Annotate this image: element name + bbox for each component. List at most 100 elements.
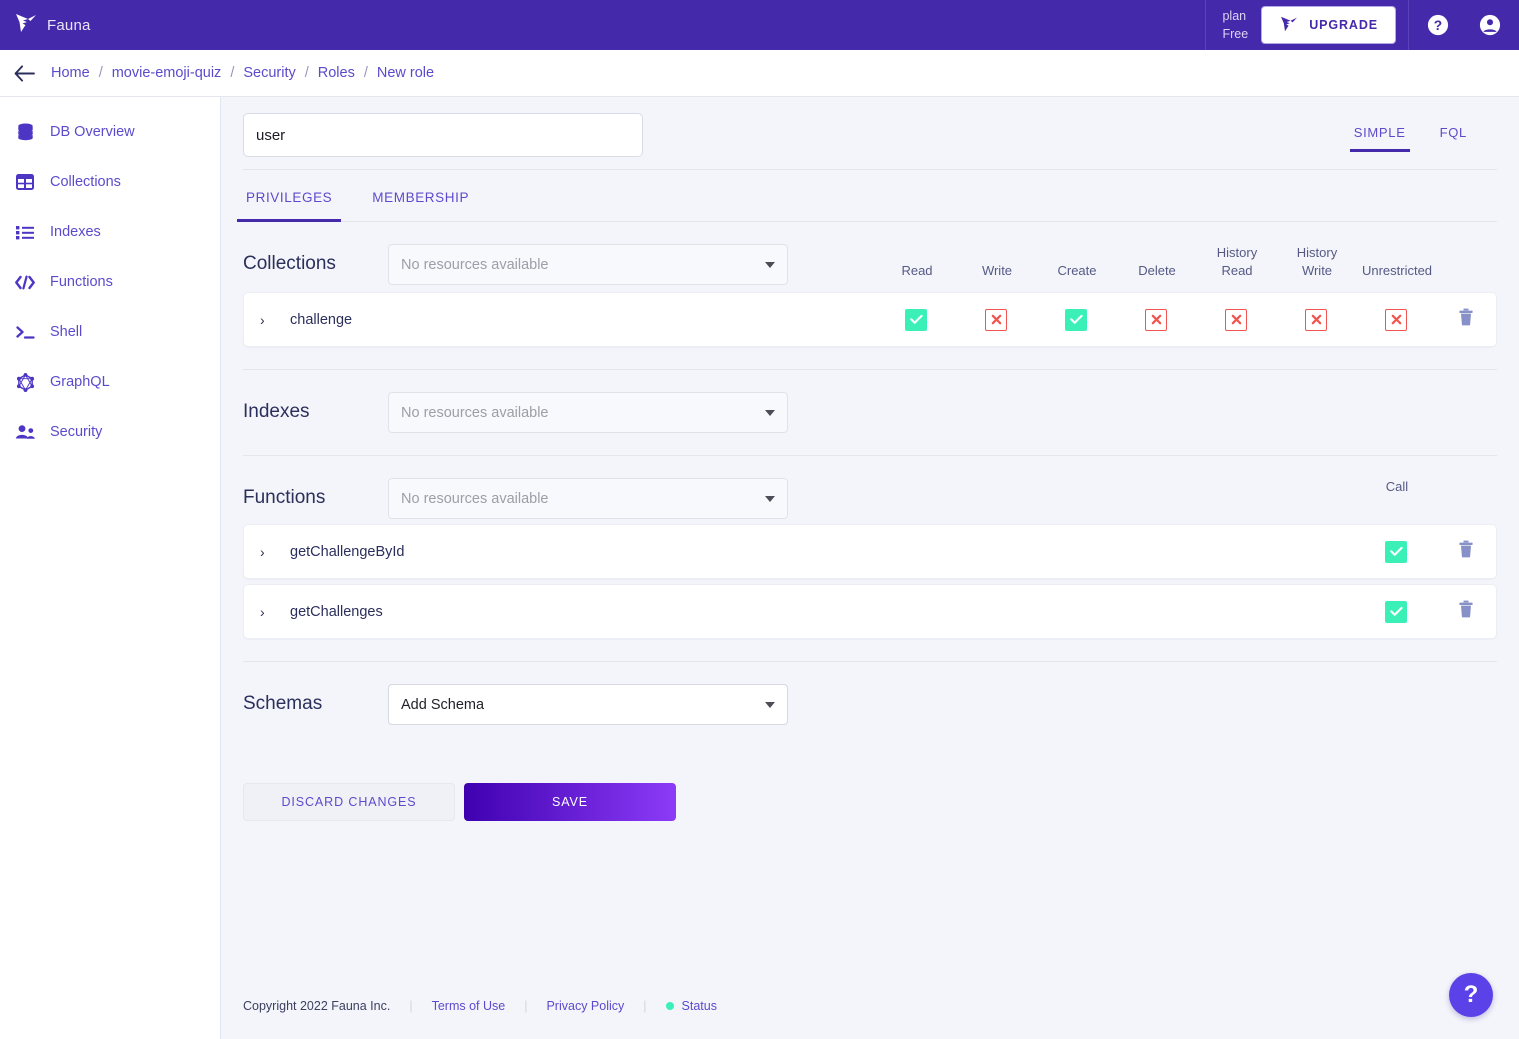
sidebar-item-functions[interactable]: Functions — [0, 257, 220, 307]
column-header-history-read: History Read — [1197, 244, 1277, 279]
list-icon — [15, 225, 35, 240]
function-row-permissions — [1356, 600, 1496, 623]
account-circle-icon[interactable] — [1479, 14, 1501, 36]
schemas-header: Schemas Add Schema — [243, 684, 1497, 726]
checkbox-history-write[interactable] — [1305, 308, 1327, 331]
permission-cell-unrestricted — [1356, 308, 1436, 331]
discard-changes-button[interactable]: DISCARD CHANGES — [243, 783, 455, 822]
checkbox-call[interactable] — [1385, 540, 1407, 563]
delete-row-button[interactable] — [1436, 540, 1496, 563]
trash-icon — [1458, 540, 1474, 563]
copyright-text: Copyright 2022 Fauna Inc. — [243, 999, 391, 1013]
upgrade-button-label: UPGRADE — [1309, 18, 1378, 32]
top-bar: Fauna plan Free UPGRADE ? — [0, 0, 1519, 50]
chevron-right-icon[interactable]: › — [260, 312, 290, 328]
status-group[interactable]: Status — [648, 999, 717, 1013]
table-row[interactable]: › challenge — [243, 292, 1497, 348]
function-row-name: getChallengeById — [290, 543, 405, 560]
chevron-right-icon[interactable]: › — [260, 604, 290, 620]
chevron-right-icon[interactable]: › — [260, 544, 290, 560]
table-row[interactable]: › getChallenges — [243, 584, 1497, 640]
breadcrumb-separator: / — [230, 65, 235, 81]
permission-cell-call — [1356, 540, 1436, 563]
checkbox-call[interactable] — [1385, 600, 1407, 623]
column-header-delete: Delete — [1138, 262, 1176, 278]
collections-column-headers: Read Write Create Delete History Read Hi… — [877, 244, 1497, 287]
help-question-icon: ? — [1463, 981, 1479, 1008]
permission-cell-history-read — [1196, 308, 1276, 331]
checkbox-create[interactable] — [1065, 308, 1087, 331]
add-schema-select[interactable]: Add Schema — [388, 684, 788, 726]
chevron-down-icon — [765, 261, 775, 268]
indexes-header: Indexes No resources available — [243, 392, 1497, 434]
breadcrumb-item-new-role[interactable]: New role — [377, 65, 434, 81]
column-header-line1: History — [1296, 245, 1338, 260]
sidebar-item-label: DB Overview — [50, 124, 135, 140]
sidebar-item-security[interactable]: Security — [0, 407, 220, 457]
permission-cell-create — [1036, 308, 1116, 331]
permission-cell-delete — [1116, 308, 1196, 331]
question-circle-icon[interactable]: ? — [1427, 14, 1449, 36]
tab-simple[interactable]: SIMPLE — [1349, 125, 1410, 152]
permission-cell-read — [876, 308, 956, 331]
users-shield-icon — [15, 424, 35, 440]
collections-title: Collections — [243, 253, 336, 274]
brand-logo-group[interactable]: Fauna — [0, 0, 91, 50]
column-header-line2: Write — [1301, 262, 1333, 278]
schemas-section: Schemas Add Schema — [243, 662, 1497, 726]
arrow-left-icon[interactable] — [14, 64, 35, 82]
delete-row-button[interactable] — [1436, 600, 1496, 623]
checkbox-unrestricted[interactable] — [1385, 308, 1407, 331]
checkbox-delete[interactable] — [1145, 308, 1167, 331]
upgrade-button[interactable]: UPGRADE — [1261, 6, 1396, 44]
checkbox-read[interactable] — [905, 308, 927, 331]
help-fab-button[interactable]: ? — [1449, 973, 1493, 1017]
functions-select-value: No resources available — [401, 490, 549, 507]
tab-fql[interactable]: FQL — [1440, 125, 1467, 152]
breadcrumb-separator: / — [304, 65, 309, 81]
permission-cell-history-write — [1276, 308, 1356, 331]
breadcrumb-item-database[interactable]: movie-emoji-quiz — [112, 65, 222, 81]
column-header-call: Call — [1385, 479, 1409, 495]
column-header-create: Create — [1057, 262, 1097, 278]
breadcrumb-item-roles[interactable]: Roles — [318, 65, 355, 81]
fauna-bird-icon — [1279, 16, 1299, 35]
breadcrumb-separator: / — [363, 65, 368, 81]
sidebar-item-graphql[interactable]: GraphQL — [0, 357, 220, 407]
column-header-line2: Read — [1221, 262, 1253, 278]
privacy-policy-link[interactable]: Privacy Policy — [528, 999, 642, 1013]
footer-divider: | — [643, 999, 647, 1013]
role-name-input[interactable] — [243, 113, 643, 157]
sidebar-item-collections[interactable]: Collections — [0, 157, 220, 207]
breadcrumb-item-security[interactable]: Security — [243, 65, 295, 81]
functions-column-headers: Call — [1357, 478, 1497, 504]
sub-tab-group: PRIVILEGES MEMBERSHIP — [236, 170, 1497, 222]
status-link[interactable]: Status — [682, 999, 717, 1013]
tab-privileges[interactable]: PRIVILEGES — [236, 170, 342, 222]
collections-resource-select[interactable]: No resources available — [388, 244, 788, 285]
sidebar-item-db-overview[interactable]: DB Overview — [0, 107, 220, 157]
schemas-select-value: Add Schema — [401, 696, 485, 713]
indexes-resource-select[interactable]: No resources available — [388, 392, 788, 434]
footer-divider: | — [524, 999, 528, 1013]
breadcrumb-item-home[interactable]: Home — [51, 65, 90, 81]
functions-section: Functions No resources available Call › … — [243, 456, 1497, 663]
save-button[interactable]: SAVE — [464, 783, 676, 822]
top-bar-icons: ? — [1408, 0, 1519, 50]
column-header-line1: History — [1216, 245, 1258, 260]
terms-of-use-link[interactable]: Terms of Use — [414, 999, 524, 1013]
checkbox-history-read[interactable] — [1225, 308, 1247, 331]
mode-tab-group: SIMPLE FQL — [1349, 113, 1497, 152]
delete-row-button[interactable] — [1436, 308, 1496, 331]
tab-membership[interactable]: MEMBERSHIP — [369, 170, 472, 221]
app-shell: DB Overview Collections Indexes Function… — [0, 97, 1519, 1039]
functions-header: Functions No resources available Call — [243, 478, 1497, 520]
checkbox-write[interactable] — [985, 308, 1007, 331]
footer: Copyright 2022 Fauna Inc. | Terms of Use… — [243, 999, 717, 1013]
functions-resource-select[interactable]: No resources available — [388, 478, 788, 520]
sidebar-item-indexes[interactable]: Indexes — [0, 207, 220, 257]
trash-icon — [1458, 600, 1474, 623]
table-row[interactable]: › getChallengeById — [243, 524, 1497, 580]
collections-header: Collections No resources available Read … — [243, 244, 1497, 287]
sidebar-item-shell[interactable]: Shell — [0, 307, 220, 357]
